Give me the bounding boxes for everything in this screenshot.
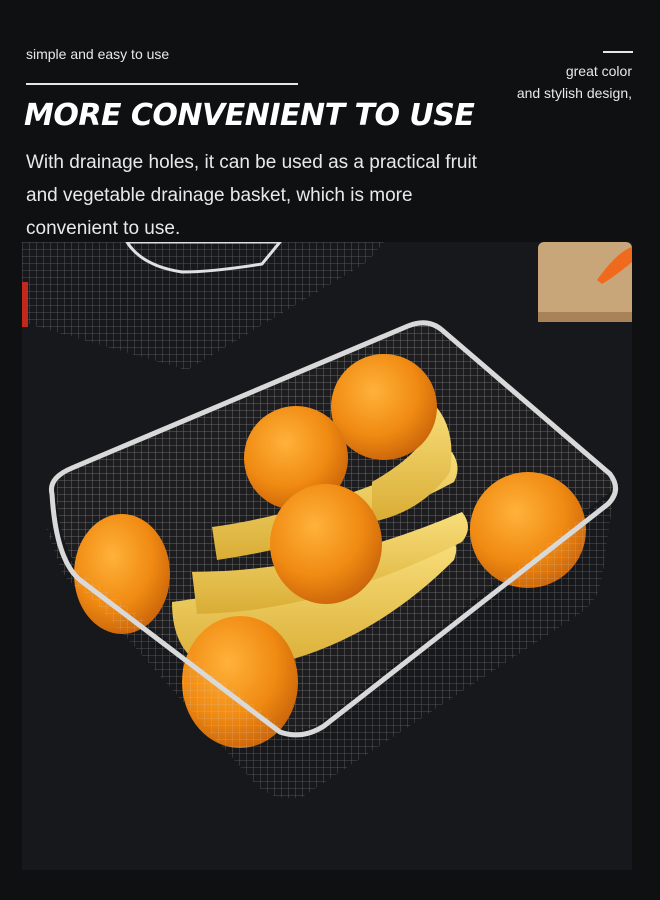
cutting-board — [538, 242, 632, 322]
side-note: great color and stylish design, — [517, 60, 632, 104]
tagline: simple and easy to use — [26, 46, 170, 62]
orange-4 — [270, 484, 382, 604]
description-text: With drainage holes, it can be used as a… — [26, 152, 477, 239]
divider-rule — [26, 83, 298, 85]
side-note-line1: great color — [565, 63, 632, 79]
side-note-rule — [603, 51, 633, 53]
page-title: MORE CONVENIENT TO USE — [24, 98, 475, 133]
side-note-line2: and stylish design, — [516, 85, 632, 101]
background-basket — [22, 242, 384, 370]
product-photo — [22, 242, 632, 870]
product-illustration — [22, 242, 632, 799]
orange-1 — [331, 354, 437, 460]
red-object — [22, 282, 28, 327]
